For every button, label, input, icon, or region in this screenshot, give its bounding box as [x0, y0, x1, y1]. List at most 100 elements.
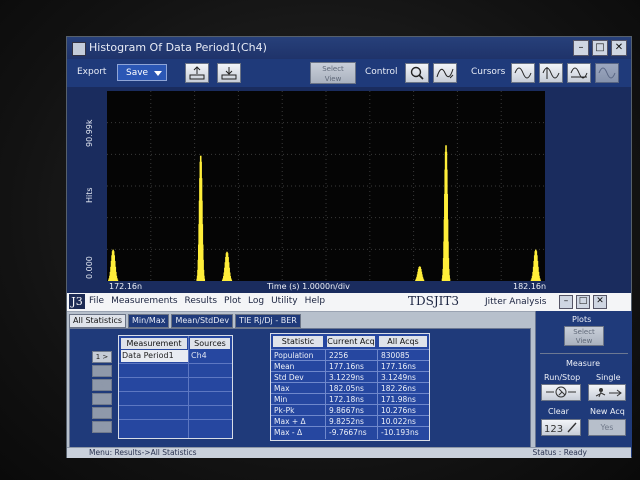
save-label: Save — [126, 68, 149, 78]
col-current-acq: Current Acq — [327, 336, 375, 347]
jit-maximize-button[interactable]: □ — [576, 295, 590, 309]
eraser-icon: 123 — [544, 422, 577, 435]
arrow-up-box-icon — [189, 66, 205, 80]
tab-all-statistics[interactable]: All Statistics — [69, 314, 127, 328]
svg-text:123: 123 — [544, 424, 563, 435]
select-view-line1: Select — [322, 65, 344, 73]
tab-tie-ber[interactable]: TIE Rj/Dj - BER — [235, 314, 301, 328]
cursor-wave-button-1[interactable] — [511, 63, 535, 83]
jitter-analysis-window: J3 File Measurements Results Plot Log Ut… — [67, 293, 632, 457]
cursors-label: Cursors — [471, 67, 506, 77]
menu-results[interactable]: Results — [185, 296, 218, 306]
clear-button[interactable]: 123 — [541, 419, 581, 436]
run-person-icon — [546, 386, 576, 398]
export-up-button[interactable] — [185, 63, 209, 83]
row-select-3[interactable]: 3 — [92, 379, 112, 391]
plots-select-view-button[interactable]: Select View — [564, 326, 604, 346]
tab-mean-stddev[interactable]: Mean/StdDev — [171, 314, 234, 328]
chevron-down-icon — [154, 71, 162, 76]
col-sources: Sources — [190, 338, 230, 349]
x-right-label: 182.16n — [513, 282, 547, 291]
row-select-6[interactable]: 6 — [92, 421, 112, 433]
new-acq-yes-button[interactable]: Yes — [588, 419, 626, 436]
export-down-button[interactable] — [217, 63, 241, 83]
control-panel: Plots Select View Measure Run/Stop Singl… — [535, 311, 632, 457]
scope-screen: Histogram Of Data Period1(Ch4) – □ ✕ Exp… — [66, 36, 632, 458]
status-bar: Menu: Results->All Statistics Status : R… — [67, 447, 631, 458]
menu-log[interactable]: Log — [248, 296, 264, 306]
x-left-label: 172.16n — [109, 282, 143, 291]
measurement-table: Measurement Sources Data Period1 Ch4 — [118, 335, 233, 439]
zoom-button[interactable] — [405, 63, 429, 83]
tab-min-max[interactable]: Min/Max — [128, 314, 170, 328]
single-run-icon — [595, 388, 622, 398]
sine-cursor-icon — [542, 67, 560, 79]
row-select-1[interactable]: 1 > — [92, 351, 112, 363]
minimize-button[interactable]: – — [573, 40, 589, 56]
stat-name: Max - Δ — [274, 428, 303, 437]
plots-select-line2: View — [575, 337, 593, 345]
table-row-line — [119, 405, 232, 406]
statistics-table: Statistic Current Acq All Acqs Populatio… — [270, 333, 430, 441]
histogram-chart — [107, 91, 545, 281]
magnifier-icon — [410, 66, 424, 80]
table-row-line — [119, 419, 232, 420]
sine-wave-icon — [514, 67, 532, 79]
menu-measurements[interactable]: Measurements — [111, 296, 177, 306]
select-view-button[interactable]: Select View — [310, 62, 356, 84]
source-cell[interactable]: Ch4 — [191, 350, 207, 362]
jit-close-button[interactable]: ✕ — [593, 295, 607, 309]
menu-bar: J3 File Measurements Results Plot Log Ut… — [67, 293, 631, 312]
col-all-acqs: All Acqs — [379, 336, 427, 347]
j3-logo: J3 — [69, 294, 85, 309]
close-button[interactable]: ✕ — [611, 40, 627, 56]
measure-label: Measure — [566, 359, 600, 368]
histogram-title: Histogram Of Data Period1(Ch4) — [89, 41, 267, 54]
stat-all: -10.193ns — [381, 428, 419, 437]
cursor-wave-button-2[interactable] — [539, 63, 563, 83]
sine-disabled-icon — [598, 67, 616, 79]
histogram-toolbar: Export Save Select View Control Cursors — [67, 59, 631, 87]
histogram-bar — [539, 279, 541, 281]
save-dropdown[interactable]: Save — [117, 64, 167, 81]
maximize-button[interactable]: □ — [592, 40, 608, 56]
row-select-4[interactable]: 4 — [92, 393, 112, 405]
sine-hline-icon — [570, 67, 588, 79]
histogram-panel: 90.99k Hits 0.000 172.16n Time (s) 1.000… — [67, 87, 631, 293]
run-stop-label: Run/Stop — [544, 373, 581, 382]
menu-utility[interactable]: Utility — [271, 296, 297, 306]
statistics-panel: 1 > 2 3 4 5 6 Measurement Sources Data P… — [69, 328, 531, 454]
table-divider — [188, 336, 189, 438]
plots-label: Plots — [572, 315, 592, 324]
row-select-2[interactable]: 2 — [92, 365, 112, 377]
brand-subtitle: Jitter Analysis — [485, 297, 547, 307]
histogram-bar — [422, 279, 425, 281]
brand-name: TDSJIT3 — [408, 294, 460, 308]
waveform-control-button[interactable] — [433, 63, 457, 83]
new-acq-label: New Acq — [590, 407, 625, 416]
run-stop-button[interactable] — [541, 384, 581, 401]
menu-file[interactable]: File — [89, 296, 104, 306]
histogram-bar — [116, 279, 119, 281]
control-label: Control — [365, 67, 398, 77]
jit-minimize-button[interactable]: – — [559, 295, 573, 309]
plots-select-line1: Select — [573, 328, 595, 336]
menu-help[interactable]: Help — [305, 296, 326, 306]
panel-separator — [540, 353, 628, 354]
single-button[interactable] — [588, 384, 626, 401]
table-row-line — [119, 391, 232, 392]
arrow-down-box-icon — [221, 67, 237, 80]
row-select-5[interactable]: 5 — [92, 407, 112, 419]
histogram-bar — [230, 279, 233, 281]
histogram-titlebar: Histogram Of Data Period1(Ch4) – □ ✕ — [67, 37, 631, 59]
histogram-bar — [203, 278, 206, 281]
y-axis-label: Hits — [85, 187, 94, 203]
cursor-wave-button-3[interactable] — [567, 63, 591, 83]
measurement-cell[interactable]: Data Period1 — [121, 350, 188, 362]
table-row: Max - Δ -9.7667ns -10.193ns — [271, 426, 429, 438]
cursor-disabled-button[interactable] — [595, 63, 619, 83]
menu-plot[interactable]: Plot — [224, 296, 241, 306]
y-bottom-label: 0.000 — [85, 256, 94, 279]
col-statistic: Statistic — [273, 336, 323, 347]
select-view-line2: View — [324, 75, 342, 83]
